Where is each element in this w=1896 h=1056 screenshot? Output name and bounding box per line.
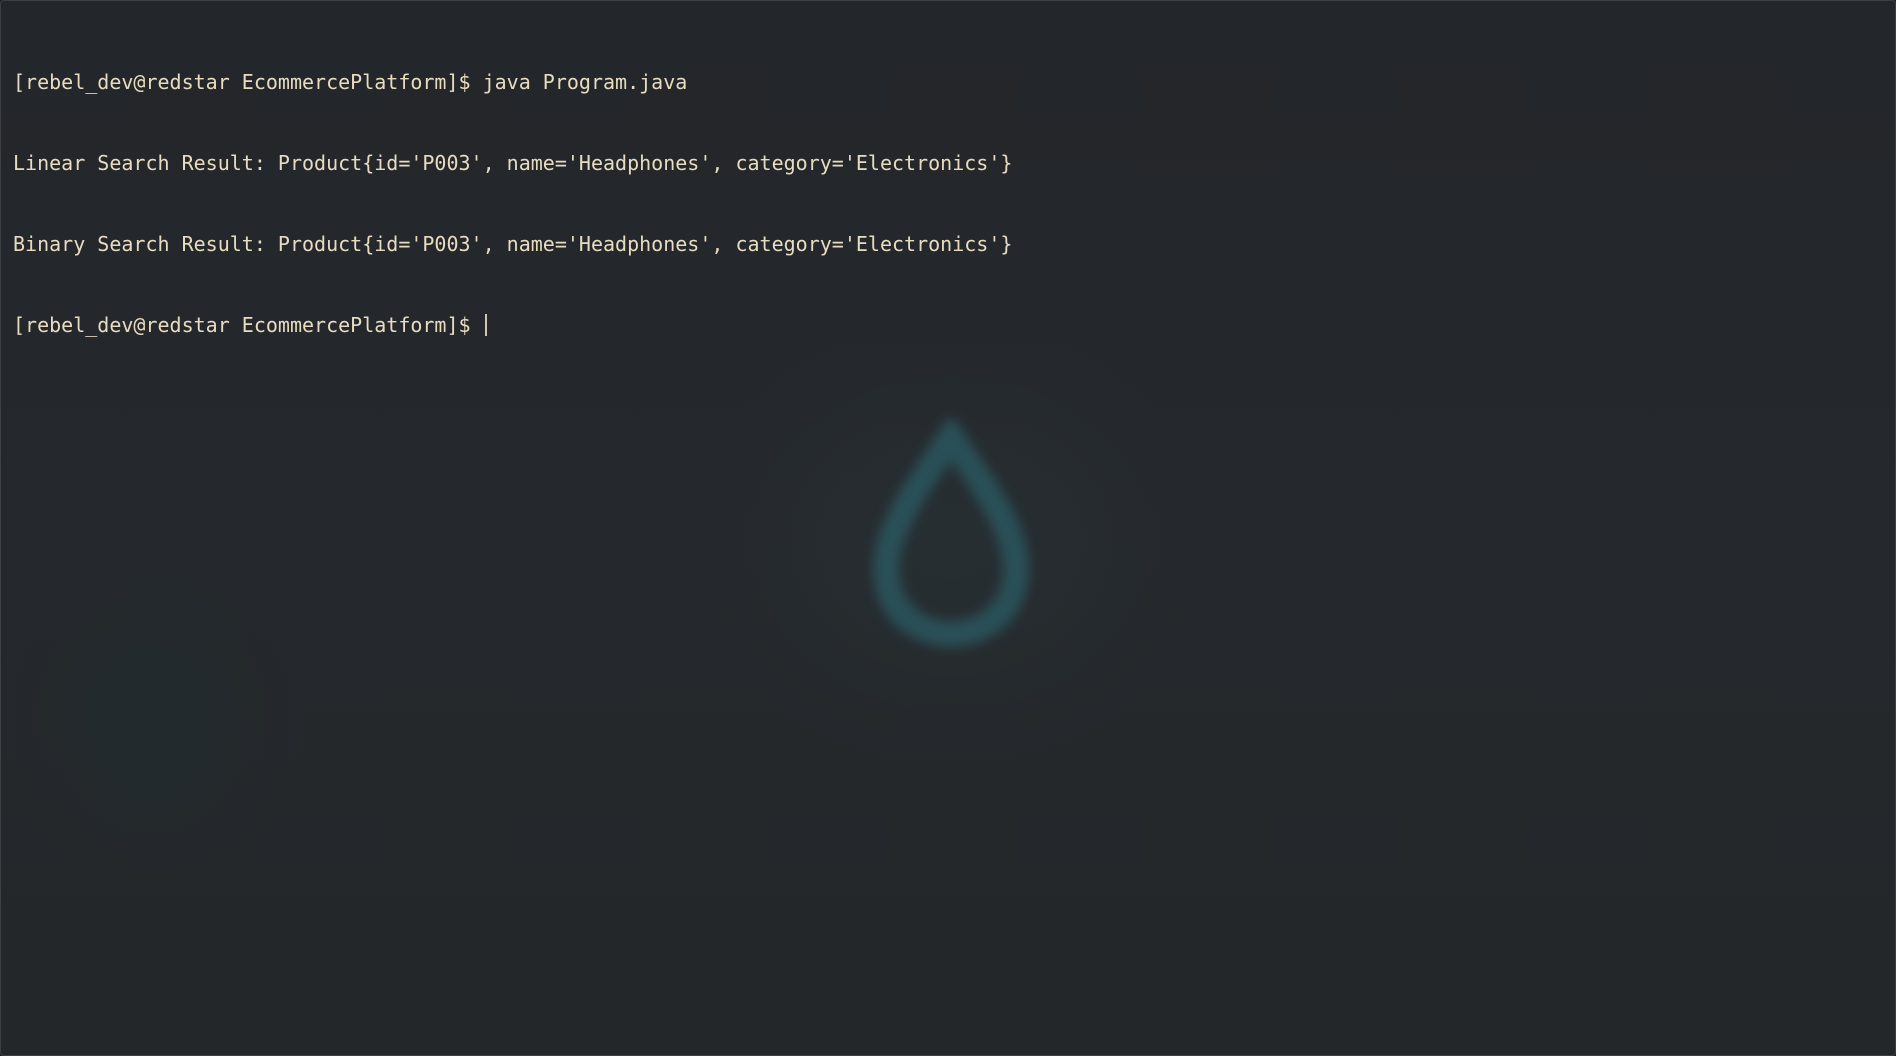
command-text: java Program.java [470,70,688,94]
terminal-window[interactable]: [rebel_dev@redstar EcommercePlatform]$ j… [0,0,1896,1056]
droplet-icon [872,419,1030,648]
shell-prompt: [rebel_dev@redstar EcommercePlatform]$ [13,70,471,94]
text-cursor [484,314,487,336]
output-line-binary-search: Binary Search Result: Product{id='P003',… [13,232,1013,256]
shell-prompt: [rebel_dev@redstar EcommercePlatform]$ [13,313,471,337]
input-text[interactable] [471,313,483,337]
terminal-output[interactable]: [rebel_dev@redstar EcommercePlatform]$ j… [13,15,1883,393]
command-line: [rebel_dev@redstar EcommercePlatform]$ j… [13,69,1883,96]
active-prompt-line[interactable]: [rebel_dev@redstar EcommercePlatform]$ [13,312,1883,339]
output-line-linear-search: Linear Search Result: Product{id='P003',… [13,151,1013,175]
